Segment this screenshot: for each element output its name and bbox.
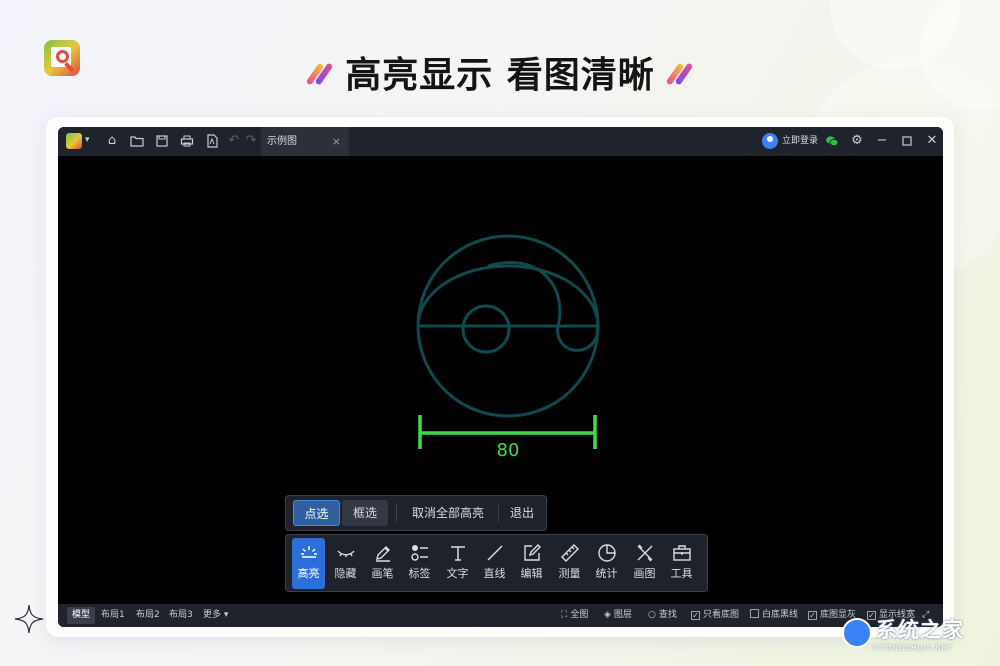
ruler-icon — [553, 538, 586, 566]
fit-all-button[interactable]: ⛶ 全图 — [561, 604, 588, 627]
cad-viewer-window: ▾ ⌂ ↶ ↷ 示例图 × 立即登录 ⚙ − ✕ 80 点选 框选 取消全部高亮… — [58, 127, 943, 627]
tag-list-icon — [403, 538, 436, 566]
close-window-icon[interactable]: ✕ — [924, 133, 940, 149]
tool-measure[interactable]: 测量 — [553, 538, 586, 589]
tab-more[interactable]: 更多 ▾ — [198, 607, 233, 624]
fit-all-icon: ⛶ — [561, 610, 568, 620]
tool-edit[interactable]: 编辑 — [515, 538, 548, 589]
draw-tools-icon — [628, 538, 661, 566]
exit-button[interactable]: 退出 — [502, 500, 542, 526]
tool-line[interactable]: 直线 — [478, 538, 511, 589]
tool-draw[interactable]: 画图 — [628, 538, 661, 589]
dimension-label: 80 — [496, 440, 520, 461]
app-menu-icon[interactable] — [66, 133, 82, 149]
tool-pen[interactable]: 画笔 — [366, 538, 399, 589]
status-bar: 模型 布局1 布局2 布局3 更多 ▾ ⛶ 全图 ◈ 图层 ○ 查找 ✓ 只看底图 白底… — [58, 604, 943, 627]
minimize-icon[interactable]: − — [874, 133, 890, 149]
tool-label: 测量 — [558, 567, 581, 580]
headline-text: 高亮显示 看图清晰 — [345, 55, 655, 96]
bottom-toolbar: 高亮 隐藏 画笔 标签 文字 直线 编辑 测量 统计 画图 工具 — [285, 534, 708, 592]
sparkle-icon — [14, 604, 44, 634]
tool-label: 文字 — [446, 567, 469, 580]
decoration-stripes-icon — [305, 59, 334, 89]
line-icon — [478, 538, 511, 566]
only-base-label: 只看底图 — [703, 610, 740, 620]
tab-layout-2[interactable]: 布局2 — [131, 607, 165, 624]
decoration-stripes-icon — [665, 59, 694, 89]
wechat-icon[interactable] — [825, 134, 839, 148]
open-folder-icon[interactable] — [129, 133, 145, 149]
user-avatar-icon[interactable] — [762, 133, 778, 149]
box-select-button[interactable]: 框选 — [342, 500, 388, 526]
layers-button[interactable]: ◈ 图层 — [604, 604, 632, 627]
tool-label: 标签 — [408, 567, 431, 580]
login-link[interactable]: 立即登录 — [782, 127, 818, 156]
watermark-url: XITONGZHIJIA.NET — [872, 644, 953, 652]
tool-label: 编辑 — [520, 567, 543, 580]
pen-icon — [366, 538, 399, 566]
upper-arc — [416, 264, 600, 327]
tool-text[interactable]: 文字 — [441, 538, 474, 589]
inner-circle — [461, 304, 511, 354]
watermark: 系统之家 XITONGZHIJIA.NET — [842, 614, 992, 660]
edit-icon — [515, 538, 548, 566]
tool-label: 统计 — [595, 567, 618, 580]
tool-toolbox[interactable]: 工具 — [665, 538, 698, 589]
tool-label: 画图 — [633, 567, 656, 580]
watermark-brand: 系统之家 — [876, 618, 964, 642]
tab-drawing[interactable]: 示例图 × — [261, 127, 349, 156]
title-bar: ▾ ⌂ ↶ ↷ 示例图 × 立即登录 ⚙ − ✕ — [58, 127, 943, 156]
tool-label: 高亮 — [297, 567, 320, 580]
text-icon — [441, 538, 474, 566]
redo-icon[interactable]: ↷ — [243, 133, 259, 149]
cancel-all-highlight-button[interactable]: 取消全部高亮 — [402, 500, 494, 526]
promo-headline: 高亮显示 看图清晰 — [0, 46, 1000, 96]
tab-model[interactable]: 模型 — [67, 607, 96, 624]
fit-all-label: 全图 — [570, 610, 589, 620]
pdf-icon[interactable] — [204, 133, 220, 149]
tab-layout-1[interactable]: 布局1 — [96, 607, 130, 624]
tool-highlight[interactable]: 高亮 — [292, 538, 325, 589]
checkbox-checked-icon: ✓ — [691, 611, 700, 620]
toolbox-icon — [665, 538, 698, 566]
highlight-select-bar: 点选 框选 取消全部高亮 退出 — [285, 495, 547, 531]
save-icon[interactable] — [154, 133, 170, 149]
chevron-down-icon[interactable]: ▾ — [85, 135, 90, 145]
tab-close-icon[interactable]: × — [332, 127, 341, 156]
find-label: 查找 — [658, 610, 677, 620]
find-button[interactable]: ○ 查找 — [648, 604, 677, 627]
tab-label: 示例图 — [267, 136, 297, 147]
tool-label: 工具 — [670, 567, 693, 580]
separator — [498, 504, 499, 522]
layers-icon: ◈ — [604, 610, 611, 620]
search-icon: ○ — [648, 610, 656, 620]
point-select-button[interactable]: 点选 — [293, 500, 340, 526]
tool-statistics[interactable]: 统计 — [590, 538, 623, 589]
tab-layout-3[interactable]: 布局3 — [164, 607, 198, 624]
checkbox-checked-icon: ✓ — [808, 611, 817, 620]
only-base-checkbox[interactable]: ✓ 只看底图 — [691, 604, 739, 627]
settings-icon[interactable]: ⚙ — [849, 133, 865, 149]
tab-more-label: 更多 — [203, 610, 222, 620]
pie-chart-icon — [590, 538, 623, 566]
checkbox-unchecked-icon — [750, 609, 759, 618]
white-base-black-line-checkbox[interactable]: 白底黑线 — [750, 604, 798, 627]
tool-hide[interactable]: 隐藏 — [329, 538, 362, 589]
white-base-black-line-label: 白底黑线 — [762, 610, 799, 620]
undo-icon[interactable]: ↶ — [226, 133, 242, 149]
tool-tag[interactable]: 标签 — [403, 538, 436, 589]
layers-label: 图层 — [613, 610, 632, 620]
tool-label: 隐藏 — [334, 567, 357, 580]
highlight-icon — [292, 538, 325, 566]
maximize-icon[interactable] — [899, 133, 915, 149]
tool-label: 画笔 — [371, 567, 394, 580]
home-icon[interactable]: ⌂ — [104, 133, 120, 149]
print-icon[interactable] — [179, 133, 195, 149]
hide-eye-icon — [329, 538, 362, 566]
separator — [396, 504, 397, 522]
tool-label: 直线 — [483, 567, 506, 580]
chevron-down-icon: ▾ — [223, 610, 229, 620]
watermark-logo-icon — [842, 618, 872, 648]
